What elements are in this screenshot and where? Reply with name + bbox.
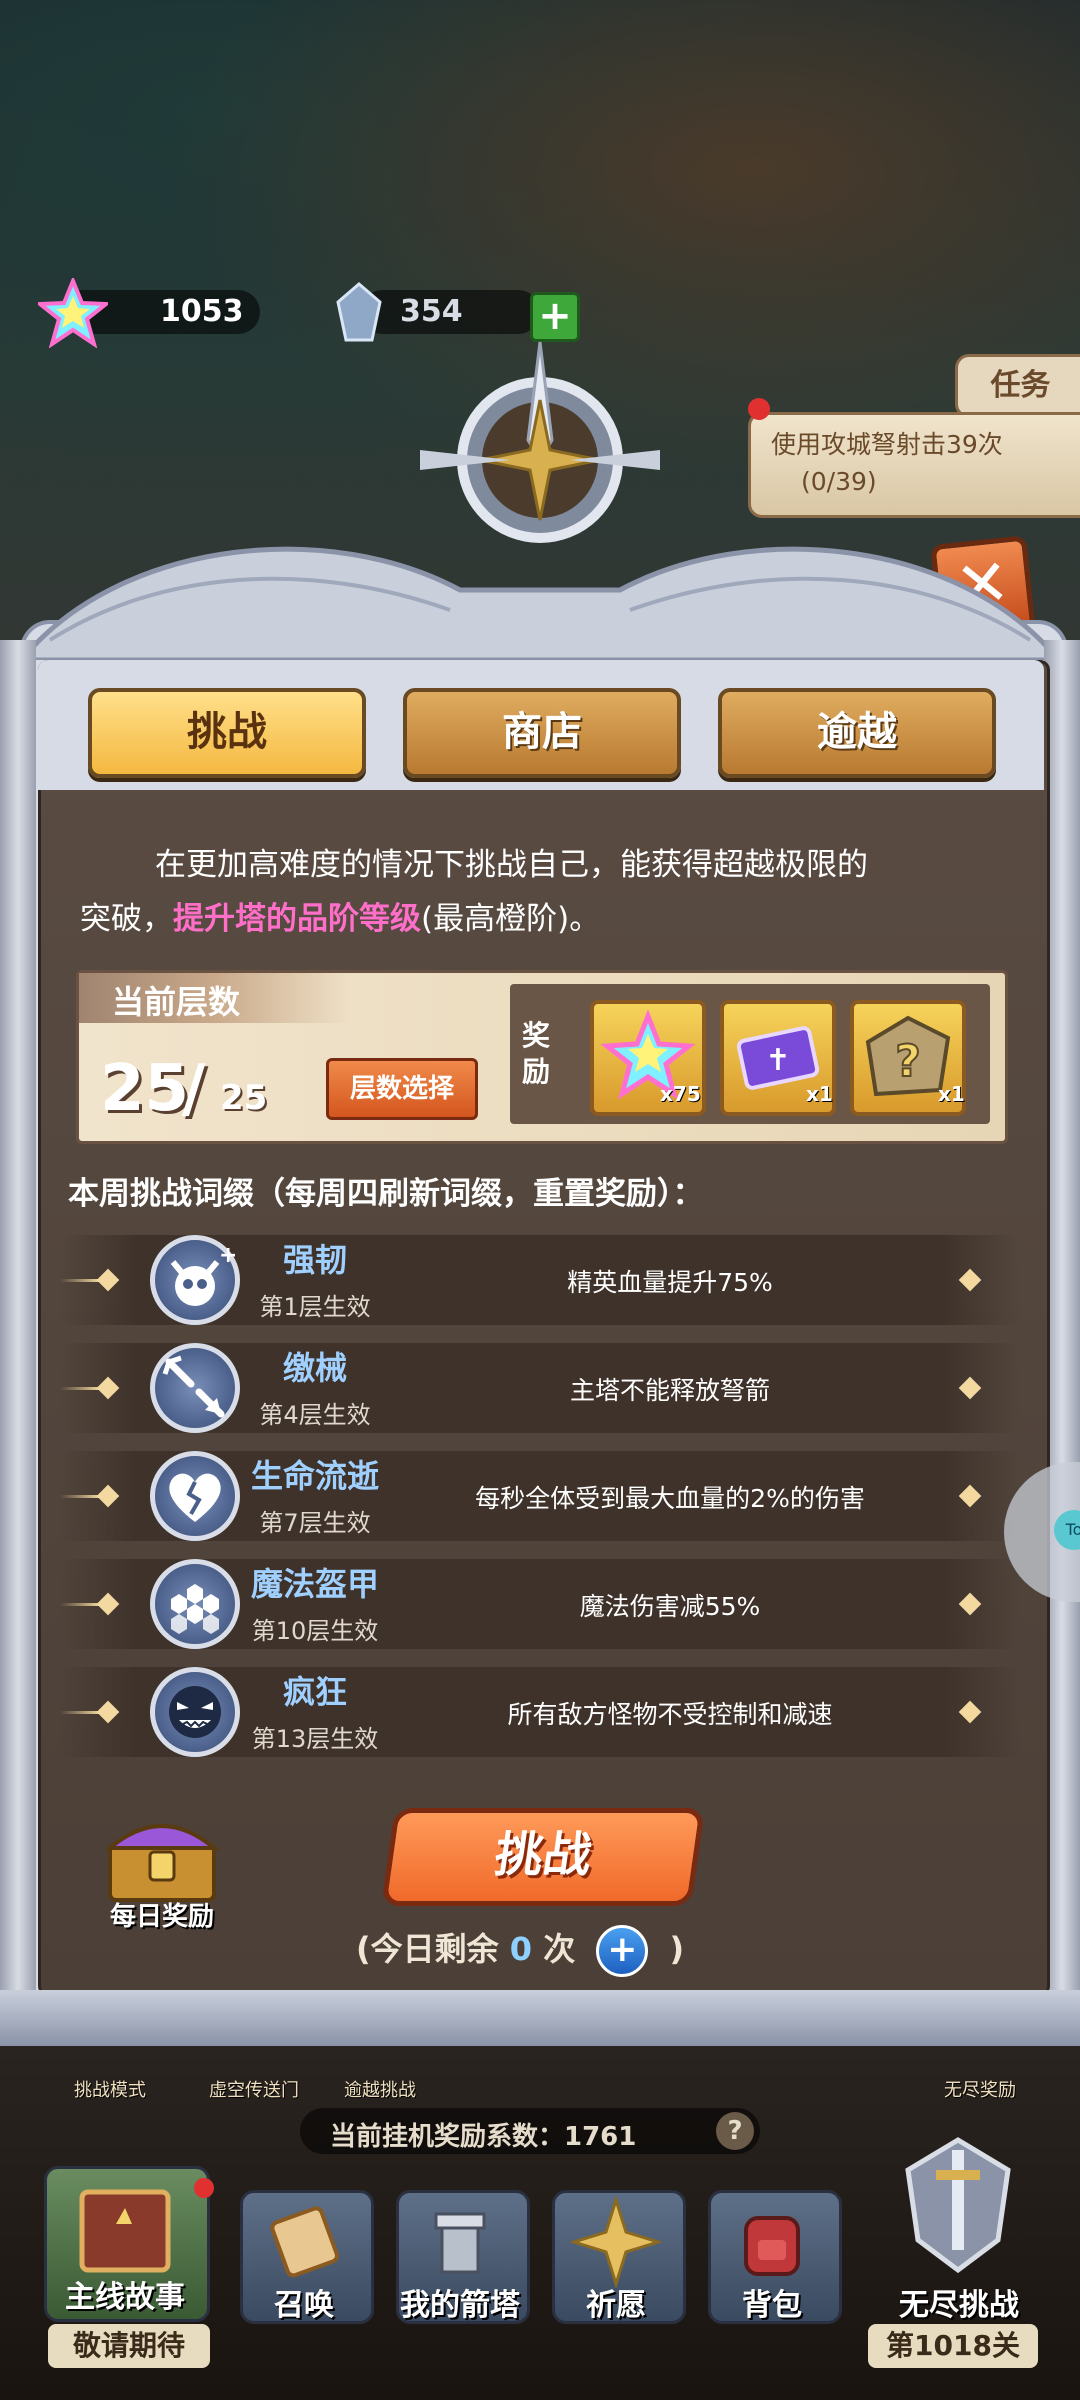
- remaining-count: 0: [509, 1930, 533, 1968]
- reward-count-1: x75: [660, 1082, 701, 1106]
- panel-base: [0, 1990, 1080, 2046]
- modifier-name: 生命流逝: [250, 1457, 379, 1495]
- idle-reward-text: 当前挂机奖励系数：1761: [330, 2122, 637, 2152]
- tab-challenge[interactable]: 挑战: [88, 688, 366, 778]
- tab-shop[interactable]: 商店: [403, 688, 681, 778]
- help-icon[interactable]: ?: [716, 2112, 754, 2150]
- remaining-suffix: 次: [543, 1930, 576, 1968]
- reward-count-2: x1: [806, 1082, 833, 1106]
- backpack-icon: [728, 2200, 816, 2280]
- add-attempts-button[interactable]: +: [596, 1925, 649, 1977]
- mode-tab-challenge[interactable]: 挑战模式: [50, 2076, 170, 2102]
- modifier-effect: 每秒全体受到最大血量的2%的伤害: [475, 1484, 865, 1513]
- sword-shield-icon: [905, 2137, 1011, 2274]
- tower-icon: [420, 2200, 500, 2280]
- nav-story-alert-dot: [194, 2178, 214, 2198]
- modifier-activation: 第13层生效: [251, 1725, 379, 1753]
- modifier-activation: 第4层生效: [259, 1401, 371, 1429]
- tab-transcend[interactable]: 逾越: [718, 688, 996, 778]
- modifier-effect: 精英血量提升75%: [567, 1268, 773, 1297]
- daily-reward-button[interactable]: 每日奖励: [92, 1808, 232, 1938]
- modifier-effect: 魔法伤害减55%: [579, 1592, 761, 1621]
- nav-story-sub: 敬请期待: [48, 2324, 210, 2368]
- reward-label: 奖励: [522, 1019, 551, 1088]
- mode-tab-transcend[interactable]: 逾越挑战: [320, 2076, 440, 2102]
- nav-story-book-icon: [70, 2180, 180, 2280]
- mode-tab-void-portal[interactable]: 虚空传送门: [184, 2076, 324, 2102]
- nav-wish-label: 祈愿: [586, 2288, 646, 2323]
- modifier-name: 疯狂: [282, 1673, 347, 1711]
- description-line-2: 突破，提升塔的品阶等级(最高橙阶)。: [80, 901, 601, 937]
- challenge-description: 在更加高难度的情况下挑战自己，能获得超越极限的 突破，提升塔的品阶等级(最高橙阶…: [80, 838, 1020, 946]
- modifier-activation: 第1层生效: [259, 1293, 371, 1321]
- crazy-face-icon: [150, 1667, 240, 1757]
- floor-max: 25: [220, 1078, 268, 1118]
- nav-endless-sub: 第1018关: [868, 2324, 1038, 2368]
- modifier-effect: 所有敌方怪物不受控制和减速: [507, 1700, 833, 1729]
- scroll-icon: [258, 2200, 350, 2280]
- floor-current: 25: [100, 1052, 190, 1126]
- challenge-button[interactable]: 挑战: [381, 1808, 705, 1906]
- svg-text:?: ?: [895, 1036, 921, 1087]
- left-pillar: [0, 640, 36, 1990]
- modifier-name: 强韧: [282, 1241, 347, 1279]
- reward-count-3: x1: [938, 1082, 965, 1106]
- task-tab[interactable]: 任务: [955, 354, 1080, 418]
- broken-arrow-icon: [150, 1343, 240, 1433]
- rainbow-star-icon: [34, 275, 112, 349]
- modifier-name: 缴械: [282, 1349, 347, 1387]
- description-highlight: 提升塔的品阶等级: [173, 901, 421, 937]
- compass-star-icon: [568, 2194, 664, 2290]
- hexagon-armor-icon: [150, 1559, 240, 1649]
- broken-heart-icon: [150, 1451, 240, 1541]
- floor-separator: /: [182, 1052, 206, 1126]
- description-line-1: 在更加高难度的情况下挑战自己，能获得超越极限的: [155, 847, 868, 883]
- svg-text:+: +: [219, 1243, 235, 1268]
- mode-tab-endless-reward[interactable]: 无尽奖励: [920, 2076, 1040, 2102]
- floor-label: 当前层数: [112, 983, 241, 1021]
- compass-emblem-icon: [400, 340, 680, 570]
- star-currency-value: 1053: [160, 294, 244, 329]
- modifier-effect: 主塔不能释放弩箭: [569, 1376, 770, 1405]
- modifier-activation: 第10层生效: [251, 1617, 379, 1645]
- horned-skull-plus-icon: +: [150, 1235, 240, 1325]
- remaining-attempts: (今日剩余 0 次 + ): [356, 1924, 685, 1977]
- svg-text:✝: ✝: [765, 1043, 790, 1078]
- nav-summon-label: 召唤: [274, 2288, 334, 2323]
- nav-bag-label: 背包: [742, 2288, 802, 2323]
- add-gem-button[interactable]: +: [530, 292, 580, 342]
- daily-reward-label: 每日奖励: [109, 1902, 214, 1932]
- side-bubble-icon: To: [1054, 1510, 1080, 1550]
- modifier-activation: 第7层生效: [259, 1509, 371, 1537]
- remaining-prefix: (今日剩余: [356, 1930, 499, 1968]
- modifier-list: + 强韧 第1层生效 精英血量提升75% 缴械 第4层生效 主塔不能释放弩箭 生…: [60, 1235, 1020, 1775]
- quest-alert-dot: [748, 398, 770, 420]
- nav-story-label: 主线故事: [65, 2280, 185, 2315]
- nav-my-tower-label: 我的箭塔: [400, 2288, 520, 2323]
- remaining-close: ): [669, 1930, 685, 1968]
- weekly-modifiers-title: 本周挑战词缀（每周四刷新词缀，重置奖励）：: [68, 1176, 704, 1212]
- floor-select-button[interactable]: 层数选择: [326, 1058, 478, 1120]
- modifier-name: 魔法盔甲: [250, 1565, 379, 1603]
- quest-text: 使用攻城弩射击39次: [771, 430, 1003, 459]
- treasure-chest-icon: [104, 1824, 220, 1902]
- gem-currency-value: 354: [400, 294, 463, 329]
- crystal-gem-icon: [334, 282, 384, 344]
- nav-endless-label: 无尽挑战: [899, 2288, 1019, 2323]
